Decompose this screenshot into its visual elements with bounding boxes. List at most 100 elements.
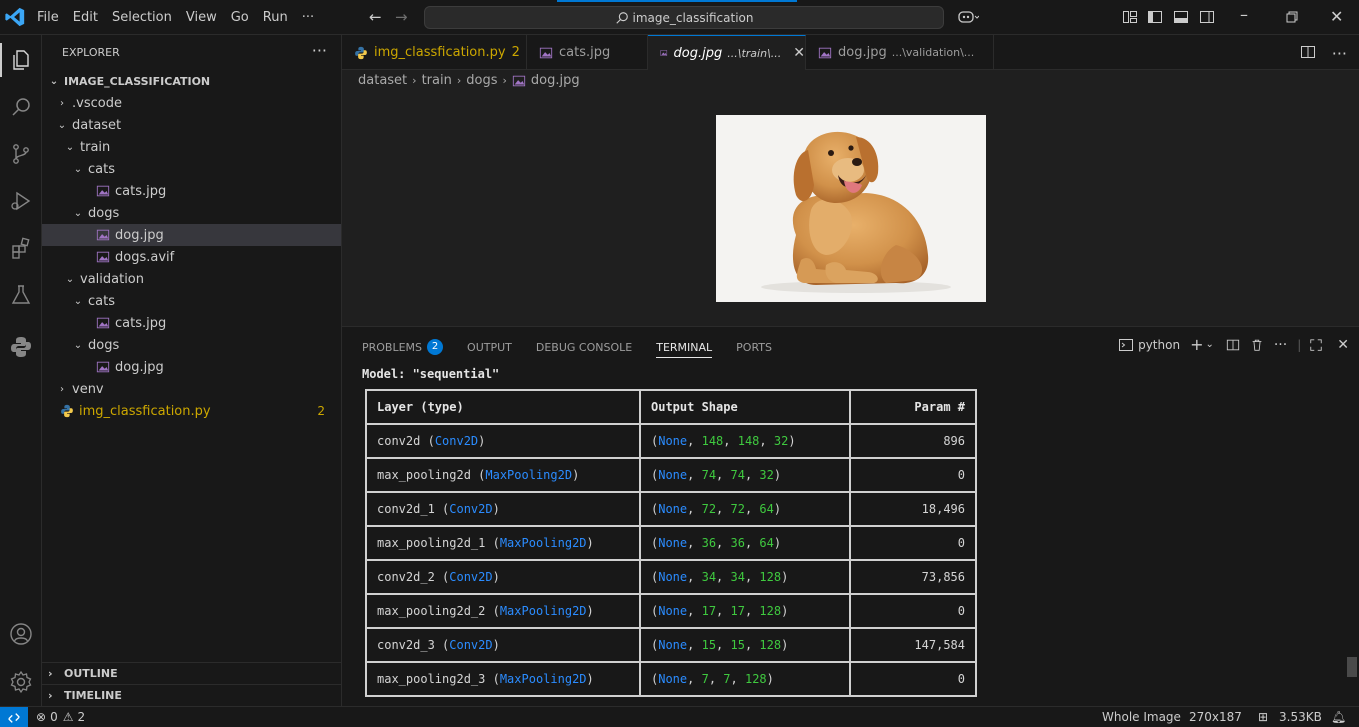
- breadcrumb-item[interactable]: train: [422, 73, 452, 88]
- menu-item[interactable]: ···: [295, 10, 321, 25]
- split-editor-icon[interactable]: [1300, 44, 1316, 60]
- outline-label: OUTLINE: [64, 667, 118, 680]
- menu-item[interactable]: File: [30, 10, 66, 25]
- layer-name: conv2d_3: [377, 638, 435, 652]
- tab-cats-jpg[interactable]: cats.jpg: [527, 35, 648, 70]
- breadcrumb-item[interactable]: dog.jpg: [531, 73, 580, 88]
- tree-item[interactable]: ⌄ dogs: [42, 334, 341, 356]
- tree-item[interactable]: ⌄ validation: [42, 268, 341, 290]
- tree-item[interactable]: img_classfication.py 2: [42, 400, 341, 422]
- restore-icon[interactable]: [1284, 9, 1300, 25]
- menu-item[interactable]: Run: [256, 10, 295, 25]
- shape-dim: 7: [701, 672, 709, 686]
- python-icon[interactable]: [5, 331, 37, 363]
- tree-item[interactable]: ⌄ train: [42, 136, 341, 158]
- toggle-panel-icon[interactable]: [1173, 9, 1189, 25]
- breadcrumb: dataset › train › dogs › dog.jpg: [358, 73, 580, 88]
- terminal-name[interactable]: python: [1138, 338, 1180, 352]
- shape-dim: 64: [759, 536, 774, 550]
- image-file-icon: [539, 47, 553, 58]
- maximize-panel-icon[interactable]: [1309, 338, 1323, 352]
- tree-item[interactable]: ⌄ dogs: [42, 202, 341, 224]
- tab-terminal[interactable]: TERMINAL: [656, 341, 713, 358]
- split-terminal-icon[interactable]: [1226, 338, 1240, 352]
- menu-item[interactable]: Go: [224, 10, 256, 25]
- image-zoom-mode[interactable]: Whole Image: [1102, 710, 1181, 724]
- layer-cell: conv2d_3 (Conv2D): [365, 627, 641, 663]
- terminal-output[interactable]: Model: "sequential" Layer (type) Output …: [362, 367, 977, 697]
- toggle-secondary-sidebar-icon[interactable]: [1199, 9, 1215, 25]
- menu-item[interactable]: Edit: [66, 10, 105, 25]
- forward-arrow-icon[interactable]: →: [395, 8, 408, 26]
- remote-indicator[interactable]: [0, 707, 28, 727]
- panel-scrollbar[interactable]: [1347, 657, 1357, 677]
- search-icon: [615, 11, 628, 24]
- close-panel-icon[interactable]: ✕: [1337, 337, 1349, 353]
- tree-item[interactable]: › venv: [42, 378, 341, 400]
- layer-name: conv2d_1: [377, 502, 435, 516]
- tab-problems[interactable]: PROBLEMS 2: [362, 339, 444, 355]
- tree-item[interactable]: dog.jpg: [42, 356, 341, 378]
- explorer-icon[interactable]: [5, 44, 37, 76]
- search-view-icon[interactable]: [5, 91, 37, 123]
- tree-item-label: dog.jpg: [115, 227, 164, 243]
- command-center-search[interactable]: image_classification: [424, 6, 944, 29]
- menu-item[interactable]: View: [179, 10, 224, 25]
- back-arrow-icon[interactable]: ←: [369, 8, 382, 26]
- more-actions-icon[interactable]: ···: [1274, 337, 1287, 353]
- param-count: 0: [849, 525, 977, 561]
- tree-item[interactable]: › .vscode: [42, 92, 341, 114]
- layer-cell: conv2d_2 (Conv2D): [365, 559, 641, 595]
- settings-gear-icon[interactable]: [5, 666, 37, 698]
- trash-icon[interactable]: [1250, 338, 1264, 352]
- run-debug-icon[interactable]: [5, 185, 37, 217]
- minimize-icon[interactable]: –: [1240, 5, 1256, 24]
- shape-dim: 36: [701, 536, 717, 550]
- more-actions-icon[interactable]: ···: [312, 41, 327, 60]
- chevron-down-icon: ⌄: [57, 119, 67, 131]
- layer-type: Conv2D: [434, 434, 479, 448]
- customize-layout-icon[interactable]: [1122, 9, 1138, 25]
- copilot-icon[interactable]: [957, 9, 979, 25]
- warning-icon: ⚠: [62, 710, 74, 724]
- close-tab-icon[interactable]: ✕: [793, 45, 805, 61]
- toggle-sidebar-icon[interactable]: [1147, 9, 1163, 25]
- close-window-icon[interactable]: ✕: [1330, 7, 1346, 26]
- breadcrumb-item[interactable]: dogs: [466, 73, 497, 88]
- tree-item[interactable]: cats.jpg: [42, 312, 341, 334]
- problems-status[interactable]: ⊗ 0 ⚠ 2: [36, 710, 85, 724]
- notifications-bell-icon[interactable]: 🔔︎: [1331, 710, 1346, 724]
- tree-item[interactable]: dogs.avif: [42, 246, 341, 268]
- tab-debug-console[interactable]: DEBUG CONSOLE: [536, 341, 632, 354]
- tab-ports[interactable]: PORTS: [736, 341, 772, 354]
- more-actions-icon[interactable]: ···: [1332, 44, 1347, 63]
- tab-output[interactable]: OUTPUT: [467, 341, 512, 354]
- explorer-header: EXPLORER: [62, 46, 120, 59]
- tab-dog-jpg-train[interactable]: dog.jpg ...\train\... ✕: [648, 35, 806, 70]
- chevron-down-icon[interactable]: ⌄: [1205, 339, 1213, 350]
- new-terminal-icon[interactable]: +: [1190, 335, 1203, 354]
- breadcrumb-item[interactable]: dataset: [358, 73, 407, 88]
- timeline-section[interactable]: › TIMELINE: [42, 684, 341, 706]
- workspace-root[interactable]: ⌄ IMAGE_CLASSIFICATION: [42, 70, 341, 92]
- extensions-icon[interactable]: [5, 232, 37, 264]
- tree-item[interactable]: dog.jpg: [42, 224, 341, 246]
- tree-item[interactable]: ⌄ dataset: [42, 114, 341, 136]
- outline-section[interactable]: › OUTLINE: [42, 662, 341, 684]
- testing-flask-icon[interactable]: [5, 279, 37, 311]
- tab-dog-jpg-validation[interactable]: dog.jpg ...\validation\...: [806, 35, 994, 70]
- source-control-icon[interactable]: [5, 138, 37, 170]
- tree-item[interactable]: cats.jpg: [42, 180, 341, 202]
- command-center-label: image_classification: [632, 10, 754, 25]
- model-summary-table: Layer (type) Output Shape Param # conv2d…: [365, 389, 977, 697]
- tree-item[interactable]: ⌄ cats: [42, 158, 341, 180]
- tree-item[interactable]: ⌄ cats: [42, 290, 341, 312]
- layer-type: Conv2D: [449, 570, 493, 584]
- table-row: max_pooling2d_2 (MaxPooling2D) (None, 17,…: [365, 593, 977, 629]
- menu-item[interactable]: Selection: [105, 10, 179, 25]
- tab-img-classfication-py[interactable]: img_classfication.py 2: [342, 35, 527, 70]
- tab-path-hint: ...\validation\...: [891, 46, 975, 59]
- image-file-icon: [660, 50, 668, 56]
- terminal-icon: [1119, 338, 1134, 351]
- account-icon[interactable]: [5, 618, 37, 650]
